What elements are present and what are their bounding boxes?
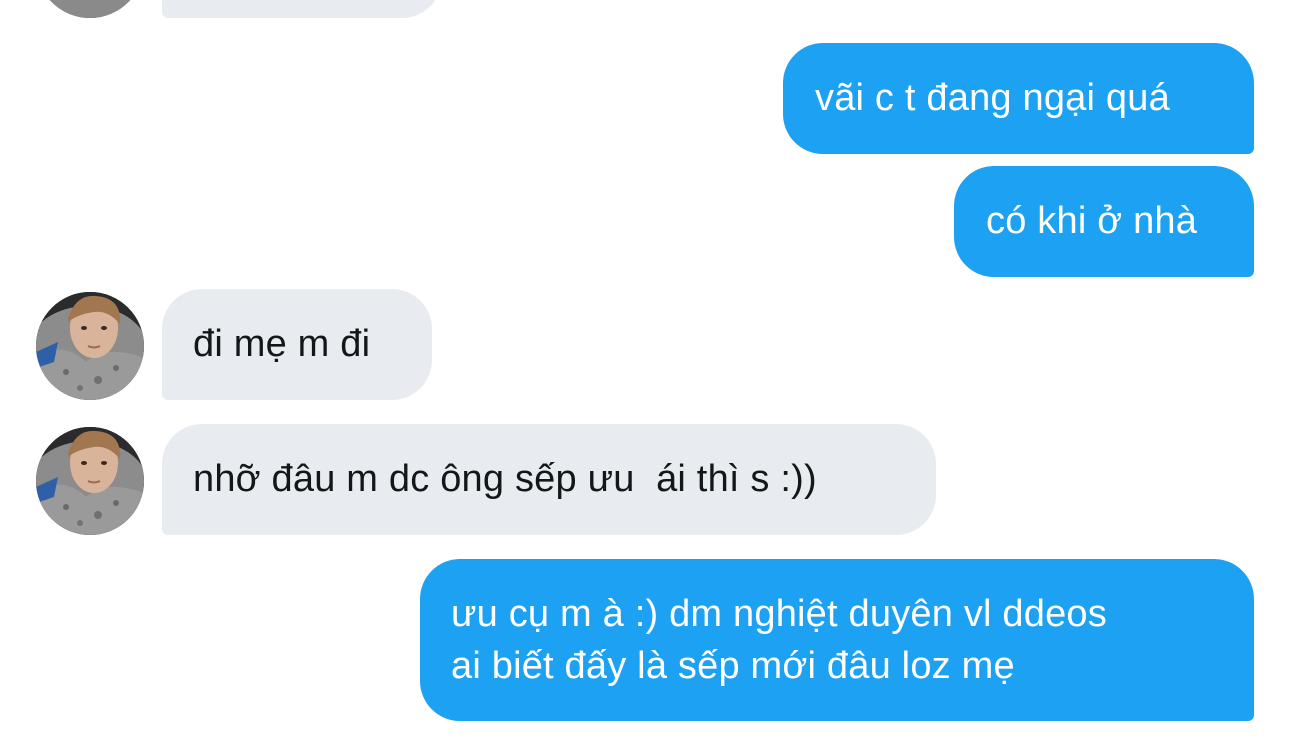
message-text-line: ưu cụ m à :) dm nghiệt duyên vl ddeos bbox=[451, 593, 1107, 635]
message-bubble-received[interactable] bbox=[162, 0, 442, 18]
message-bubble-sent[interactable]: ưu cụ m à :) dm nghiệt duyên vl ddeos ai… bbox=[420, 559, 1254, 721]
message-text: nhỡ đâu m dc ông sếp ưu ái thì s :)) bbox=[193, 458, 817, 500]
message-bubble-sent[interactable]: vãi c t đang ngại quá bbox=[783, 43, 1254, 154]
message-text: vãi c t đang ngại quá bbox=[815, 77, 1170, 119]
message-text: có khi ở nhà bbox=[986, 200, 1198, 242]
message-text: đi mẹ m đi bbox=[193, 323, 371, 365]
contact-avatar[interactable] bbox=[36, 0, 144, 18]
message-bubble-received[interactable]: nhỡ đâu m dc ông sếp ưu ái thì s :)) bbox=[162, 424, 936, 535]
message-text-line: ai biết đấy là sếp mới đâu loz mẹ bbox=[451, 645, 1015, 687]
contact-avatar[interactable] bbox=[36, 292, 144, 400]
message-thread: vãi c t đang ngại quá có khi ở nhà đi mẹ… bbox=[0, 0, 1290, 741]
contact-avatar[interactable] bbox=[36, 427, 144, 535]
message-bubble-sent[interactable]: có khi ở nhà bbox=[954, 166, 1254, 277]
message-bubble-received[interactable]: đi mẹ m đi bbox=[162, 289, 432, 400]
